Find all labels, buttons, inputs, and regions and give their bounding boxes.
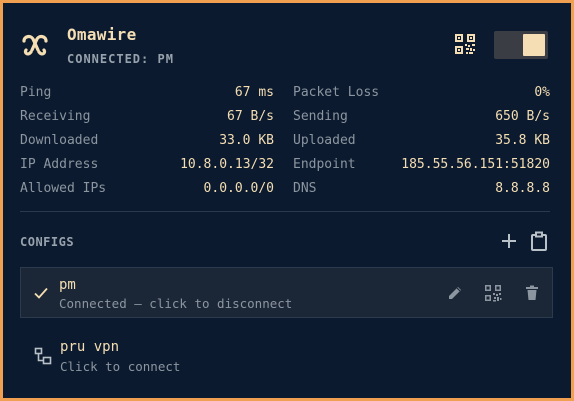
trash-icon[interactable]	[523, 284, 541, 302]
stat-value: 650 B/s	[495, 109, 550, 124]
config-item-pru-vpn[interactable]: pru vpn Click to connect	[20, 328, 553, 378]
stat-label: Uploaded	[293, 133, 356, 148]
stat-value: 67 B/s	[227, 109, 274, 124]
stat-label: Allowed IPs	[20, 181, 107, 196]
stat-row: Ping 67 ms Packet Loss 0%	[20, 82, 550, 106]
stat-value: 67 ms	[234, 85, 274, 100]
stat-value: 10.8.0.13/32	[180, 157, 274, 172]
stat-value: 8.8.8.8	[495, 181, 550, 196]
app-title: Omawire	[67, 25, 137, 44]
connection-toggle[interactable]	[494, 31, 548, 59]
stat-row: IP Address 10.8.0.13/32 Endpoint 185.55.…	[20, 154, 550, 178]
network-icon	[34, 347, 52, 365]
stat-value: 33.0 KB	[219, 133, 274, 148]
stat-row: Allowed IPs 0.0.0.0/0 DNS 8.8.8.8	[20, 178, 550, 202]
stat-label: IP Address	[20, 157, 99, 172]
stat-label: Endpoint	[293, 157, 356, 172]
stat-label: Ping	[20, 85, 52, 100]
pencil-icon[interactable]	[446, 284, 464, 302]
config-subtitle: Connected — click to disconnect	[59, 296, 293, 311]
config-item-pm[interactable]: pm Connected — click to disconnect	[20, 267, 553, 318]
stat-label: Packet Loss	[293, 85, 380, 100]
stat-row: Receiving 67 B/s Sending 650 B/s	[20, 106, 550, 130]
stat-row: Downloaded 33.0 KB Uploaded 35.8 KB	[20, 130, 550, 154]
stat-value: 0.0.0.0/0	[203, 181, 274, 196]
clipboard-icon[interactable]	[530, 231, 548, 251]
qr-code-icon[interactable]	[484, 284, 502, 302]
stats-grid: Ping 67 ms Packet Loss 0% Receiving 67 B…	[20, 82, 550, 202]
stat-label: Sending	[293, 109, 348, 124]
link-knot-icon	[22, 34, 48, 56]
section-divider	[20, 211, 550, 212]
qr-code-icon[interactable]	[454, 33, 476, 55]
connection-status: CONNECTED: PM	[67, 52, 174, 66]
plus-icon[interactable]	[500, 232, 518, 250]
toggle-knob	[523, 34, 545, 56]
check-icon	[34, 287, 48, 299]
stat-value: 0%	[534, 85, 550, 100]
configs-heading: CONFIGS	[20, 235, 75, 249]
stat-label: Receiving	[20, 109, 91, 124]
config-subtitle: Click to connect	[60, 359, 181, 374]
stat-label: Downloaded	[20, 133, 99, 148]
stat-value: 185.55.56.151:51820	[401, 157, 550, 172]
header: Omawire CONNECTED: PM	[3, 3, 571, 73]
stat-value: 35.8 KB	[495, 133, 550, 148]
stat-label: DNS	[293, 181, 317, 196]
config-name: pm	[59, 277, 76, 293]
vpn-panel: Omawire CONNECTED: PM Ping 67 ms Packet …	[3, 3, 571, 398]
config-name: pru vpn	[60, 339, 120, 355]
